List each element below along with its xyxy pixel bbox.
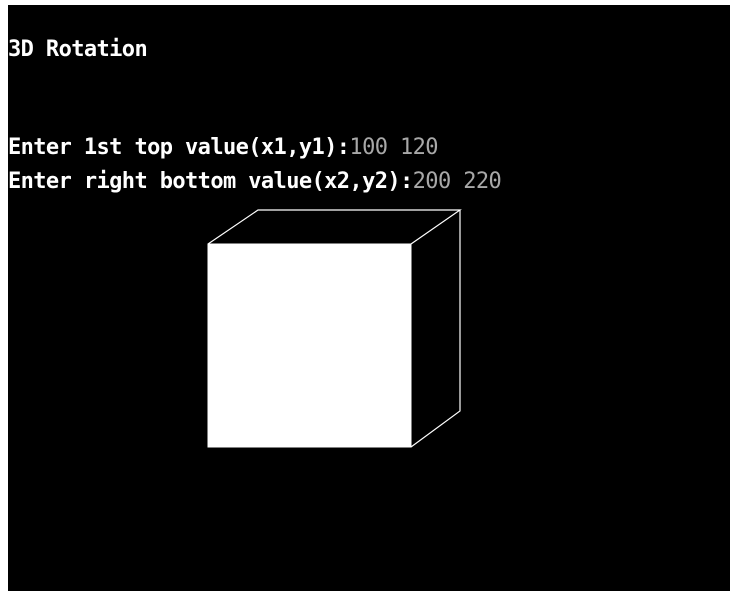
cube-front-face	[207, 243, 412, 448]
console-window: 3D Rotation Enter 1st top value(x1,y1):1…	[8, 5, 730, 591]
cube-top-face	[207, 209, 462, 245]
cube-drawing	[207, 209, 462, 448]
cube-right-face	[410, 210, 461, 448]
